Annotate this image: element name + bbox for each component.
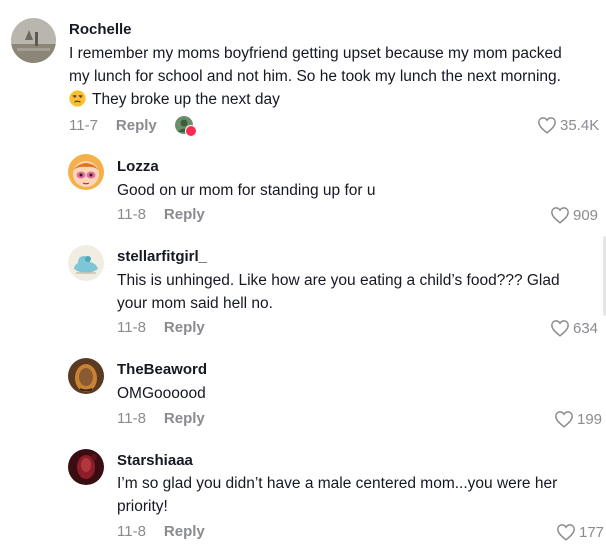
comment-text: This is unhinged. Like how are you eatin…	[117, 272, 560, 312]
creator-liked-avatar	[174, 116, 197, 137]
reply-button[interactable]: Reply	[164, 206, 205, 223]
username[interactable]: Rochelle	[69, 21, 132, 38]
unamused-face-icon	[69, 90, 86, 107]
avatar[interactable]	[68, 358, 104, 394]
comment-date: 11-8	[117, 410, 146, 427]
heart-outline-icon	[555, 411, 573, 428]
reply-button[interactable]: Reply	[116, 117, 157, 134]
like-count: 909	[573, 206, 599, 224]
like-button[interactable]: 909	[550, 206, 598, 224]
heart-outline-icon	[551, 207, 569, 224]
comment-meta: 11-8 Reply	[117, 319, 205, 336]
like-button[interactable]: 634	[550, 319, 598, 337]
comment-text: OMGoooood	[117, 385, 206, 402]
heart-outline-icon	[557, 524, 575, 541]
like-count: 177	[579, 523, 605, 541]
heart-badge-icon	[184, 125, 197, 137]
heart-outline-icon	[551, 320, 569, 337]
comment-date: 11-8	[117, 319, 146, 336]
like-count: 199	[577, 410, 603, 428]
like-count: 35.4K	[560, 116, 600, 134]
reply-button[interactable]: Reply	[164, 319, 205, 336]
comment-date: 11-8	[117, 523, 146, 540]
like-count: 634	[573, 319, 599, 337]
comment-text: I’m so glad you didn’t have a male cente…	[117, 475, 558, 515]
avatar[interactable]	[68, 154, 104, 190]
avatar[interactable]	[68, 449, 104, 485]
heart-outline-icon	[538, 117, 556, 134]
comment-meta: 11-8 Reply	[117, 523, 205, 540]
username[interactable]: Lozza	[117, 158, 159, 175]
like-button[interactable]: 35.4K	[537, 116, 599, 134]
comment-meta: 11-8 Reply	[117, 206, 205, 223]
username[interactable]: Starshiaaa	[117, 452, 193, 469]
comment-meta: 11-8 Reply	[117, 410, 205, 427]
reply-button[interactable]: Reply	[164, 410, 205, 427]
like-button[interactable]: 199	[554, 410, 602, 428]
avatar[interactable]	[68, 245, 104, 281]
comment-text: Good on ur mom for standing up for u	[117, 182, 376, 199]
username[interactable]: TheBeaword	[117, 361, 207, 378]
like-button[interactable]: 177	[556, 523, 604, 541]
reply-button[interactable]: Reply	[164, 523, 205, 540]
avatar[interactable]	[11, 18, 56, 63]
comment-date: 11-7	[69, 116, 98, 134]
comment-date: 11-8	[117, 206, 146, 223]
comment-meta: 11-7 Reply	[69, 116, 197, 137]
username[interactable]: stellarfitgirl_	[117, 248, 207, 265]
comment-text: I remember my moms boyfriend getting ups…	[69, 45, 562, 108]
